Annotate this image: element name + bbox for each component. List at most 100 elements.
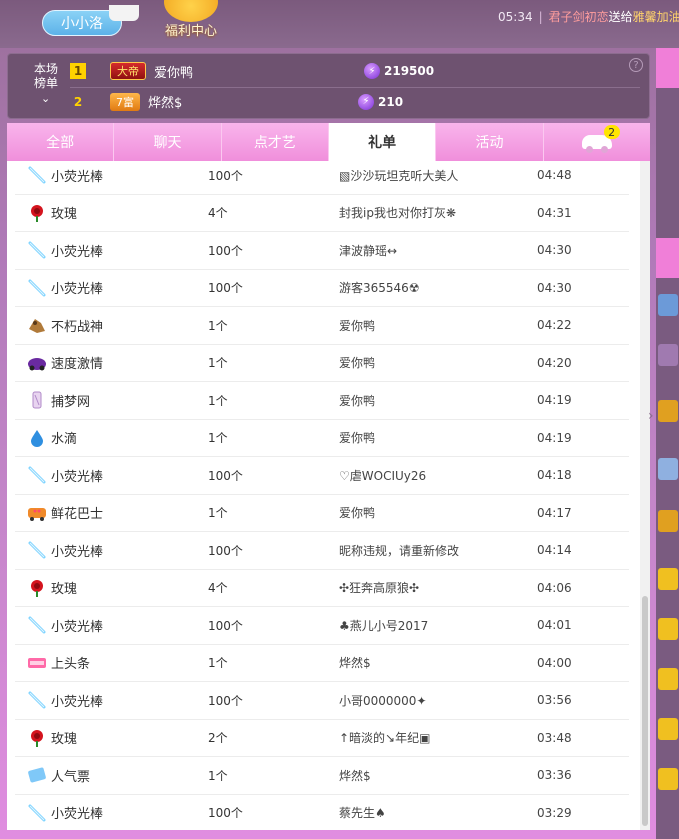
gift-name: 小荧光棒 — [51, 619, 104, 635]
glowstick-icon — [27, 165, 47, 185]
gift-row: 小荧光棒 100个 蔡先生♠ 03:29 — [15, 795, 629, 831]
glowstick-icon — [27, 803, 47, 823]
gift-row: 小荧光棒 100个 ♡虐WOCIUy26 04:18 — [15, 457, 629, 495]
gift-sender[interactable]: 蔡先生♠ — [339, 804, 386, 821]
gift-name: 小荧光棒 — [51, 694, 104, 710]
gift-row: 人气票 1个 烨然$ 03:36 — [15, 757, 629, 795]
side-item[interactable] — [658, 294, 678, 316]
gift-sender[interactable]: 爱你鸭 — [339, 429, 375, 446]
welfare-center-button[interactable]: 福利中心 — [158, 0, 224, 40]
gift-name: 小荧光棒 — [51, 282, 104, 298]
tab-activity[interactable]: 活动 — [436, 123, 544, 161]
tab-car[interactable]: 2 — [543, 123, 650, 161]
rank-score: 210 — [378, 94, 404, 109]
side-item[interactable] — [658, 668, 678, 690]
level-badge: 7富 — [110, 92, 140, 111]
tab-chat[interactable]: 聊天 — [114, 123, 222, 161]
gift-time: 04:18 — [537, 468, 572, 483]
gift-name: 玫瑰 — [51, 732, 78, 748]
rank-user-name[interactable]: 爱你鸭 — [154, 62, 364, 81]
tab-talent[interactable]: 点才艺 — [221, 123, 329, 161]
rank-number: 2 — [73, 94, 83, 109]
user-nickname-button[interactable]: 小小洛 — [42, 5, 139, 36]
gift-name: 小荧光棒 — [51, 544, 104, 560]
flower-bus-icon — [27, 503, 47, 523]
side-item[interactable] — [658, 344, 678, 366]
gift-sender[interactable]: 昵称违规，请重新修改 — [339, 542, 459, 559]
welfare-label: 福利中心 — [164, 24, 217, 39]
glowstick-icon — [27, 465, 47, 485]
side-item[interactable] — [658, 458, 678, 480]
gift-time: 04:30 — [537, 243, 572, 258]
ticker-receiver[interactable]: 雅馨加油 — [633, 10, 679, 24]
avatar — [109, 5, 139, 21]
gift-row: 水滴 1个 爱你鸭 04:19 — [15, 420, 629, 457]
gift-sender[interactable]: ▧沙沙玩坦克听大美人 — [339, 167, 458, 184]
tab-gift-list[interactable]: 礼单 — [328, 123, 437, 161]
gift-sender[interactable]: 烨然$ — [339, 767, 371, 784]
gift-quantity: 1个 — [208, 318, 228, 333]
gift-name: 速度激情 — [51, 357, 104, 373]
gift-quantity: 1个 — [208, 506, 228, 521]
gift-sender[interactable]: 烨然$ — [339, 654, 371, 671]
water-drop-icon — [27, 428, 47, 448]
gift-name: 上头条 — [51, 657, 91, 673]
scrollbar-thumb[interactable] — [642, 596, 648, 826]
side-item[interactable] — [658, 618, 678, 640]
side-item[interactable] — [658, 768, 678, 790]
gift-row: 玫瑰 4个 封我ip我也对你打灰❋ 04:31 — [15, 195, 629, 232]
scrollbar-track[interactable] — [640, 161, 650, 830]
gift-sender[interactable]: 爱你鸭 — [339, 504, 375, 521]
rose-icon — [27, 578, 47, 598]
gift-quantity: 100个 — [208, 168, 243, 183]
speed-car-icon — [27, 353, 47, 373]
gift-row: 小荧光棒 100个 游客365546☢ 04:30 — [15, 270, 629, 307]
headline-icon — [27, 653, 47, 673]
rank-entry[interactable]: 1 大帝 爱你鸭 ⚡ 219500 — [70, 57, 640, 85]
gift-sender[interactable]: 封我ip我也对你打灰❋ — [339, 204, 456, 221]
gift-row: 小荧光棒 100个 ▧沙沙玩坦克听大美人 04:48 — [15, 161, 629, 195]
ticker-sender[interactable]: 君子剑初恋 — [549, 10, 609, 24]
gift-quantity: 100个 — [208, 243, 243, 258]
side-item[interactable] — [658, 568, 678, 590]
gift-sender[interactable]: 爱你鸭 — [339, 354, 375, 371]
gift-sender[interactable]: ↑暗淡的↘年纪▣ — [339, 729, 430, 746]
gift-time: 03:29 — [537, 805, 572, 820]
gift-time: 04:01 — [537, 618, 572, 633]
rank-title-line2: 榜单 — [33, 76, 58, 90]
gift-sender[interactable]: 小哥0000000✦ — [339, 692, 427, 709]
gift-sender[interactable]: 津波静瑶↔ — [339, 242, 397, 259]
gift-row: 鲜花巴士 1个 爱你鸭 04:17 — [15, 495, 629, 532]
car-count-badge: 2 — [603, 125, 620, 139]
rank-entry[interactable]: 2 7富 烨然$ ⚡ 210 — [70, 87, 640, 115]
gift-rows: 小荧光棒 100个 ▧沙沙玩坦克听大美人 04:48 玫瑰 4个 封我ip我也对你打灰❋ 04… — [7, 161, 637, 830]
tab-all[interactable]: 全部 — [7, 123, 115, 161]
ticker-action: 送给 — [608, 10, 633, 24]
gift-sender[interactable]: ✣狂奔高原狼✣ — [339, 579, 419, 596]
gift-sender[interactable]: ♣燕儿小号2017 — [339, 617, 428, 634]
gift-quantity: 100个 — [208, 543, 243, 558]
gift-time: 04:19 — [537, 430, 572, 445]
side-item[interactable] — [658, 510, 678, 532]
side-item[interactable] — [658, 718, 678, 740]
collapse-arrow-icon[interactable]: › — [648, 408, 654, 424]
side-tab[interactable] — [656, 48, 679, 88]
side-item[interactable] — [658, 400, 678, 422]
gift-row: 捕梦网 1个 爱你鸭 04:19 — [15, 382, 629, 420]
rank-title-line1: 本场 — [33, 62, 58, 76]
ticker-separator: | — [538, 10, 543, 24]
gift-sender[interactable]: 游客365546☢ — [339, 279, 420, 296]
gift-time: 04:06 — [537, 580, 572, 595]
gift-sender[interactable]: ♡虐WOCIUy26 — [339, 467, 426, 484]
gift-quantity: 2个 — [208, 731, 228, 746]
rank-expand-chevron-icon[interactable]: ⌄ — [41, 92, 50, 105]
side-panel: › — [648, 48, 679, 839]
rose-icon — [27, 203, 47, 223]
top-bar: 小小洛 福利中心 05:34 | 君子剑初恋送给雅馨加油 — [0, 0, 679, 48]
gift-sender[interactable]: 爱你鸭 — [339, 317, 375, 334]
side-banner[interactable] — [656, 238, 679, 278]
gift-time: 04:19 — [537, 393, 572, 408]
rank-user-name[interactable]: 烨然$ — [148, 92, 358, 111]
gift-name: 小荧光棒 — [51, 807, 104, 823]
gift-sender[interactable]: 爱你鸭 — [339, 392, 375, 409]
